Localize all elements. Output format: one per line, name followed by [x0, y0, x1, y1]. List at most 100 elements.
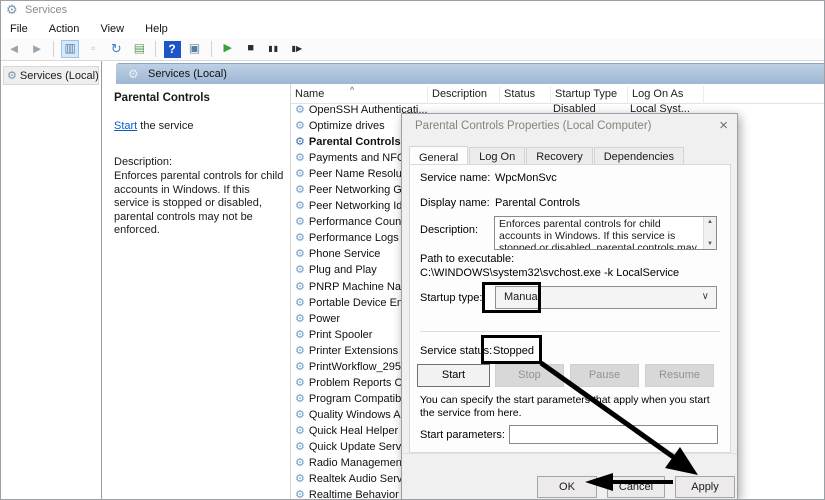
start-service-link[interactable]: Start: [114, 120, 137, 132]
services-window: ⚙ Services File Action View Help ◄ ► ▥ ▫…: [0, 0, 825, 500]
refresh-icon[interactable]: ↻: [107, 40, 125, 58]
service-gear-icon: [295, 441, 305, 453]
start-button[interactable]: Start: [417, 364, 490, 387]
service-gear-icon: [295, 313, 305, 325]
display-name-label: Display name:: [420, 197, 490, 209]
tree-item-label: Services (Local): [20, 70, 99, 82]
show-window-icon[interactable]: ▣: [186, 40, 204, 58]
chevron-down-icon: ∨: [702, 291, 709, 302]
service-gear-icon: [295, 281, 305, 293]
description-textbox[interactable]: Enforces parental controls for child acc…: [494, 216, 717, 250]
ok-button[interactable]: OK: [537, 476, 597, 498]
sort-asc-icon: ^: [350, 85, 354, 95]
column-header-name[interactable]: Name ^: [291, 86, 428, 104]
forward-icon[interactable]: ►: [28, 40, 46, 58]
service-name: Plug and Play: [309, 264, 377, 276]
tree-item-services-local[interactable]: ⚙Services (Local): [3, 66, 99, 85]
service-gear-icon: [295, 377, 305, 389]
pause-button: Pause: [570, 364, 639, 387]
toolbar: ◄ ► ▥ ▫ ↻ ▤ ? ▣ ▶ ■ ▮▮ ▮▶: [1, 39, 824, 61]
annotation-box-manual: [482, 282, 541, 313]
tab-recovery[interactable]: Recovery: [526, 147, 592, 165]
export-list-icon[interactable]: ▤: [130, 40, 148, 58]
service-gear-icon: [295, 184, 305, 196]
scroll-down-icon[interactable]: ▼: [704, 241, 716, 247]
selected-service-title: Parental Controls: [114, 92, 210, 104]
pause-service-icon[interactable]: ▮▮: [265, 40, 283, 58]
title-bar: ⚙ Services: [1, 1, 824, 21]
column-headers: Name ^ Description Status Startup Type L…: [291, 86, 825, 104]
apply-button[interactable]: Apply: [675, 476, 735, 498]
separator: [420, 331, 720, 332]
menu-help[interactable]: Help: [136, 21, 177, 37]
service-gear-icon: [295, 329, 305, 341]
description-scrollbar[interactable]: ▲ ▼: [703, 217, 716, 249]
start-parameters-hint: You can specify the start parameters tha…: [420, 394, 724, 420]
service-name: Quick Update Service: [309, 441, 415, 453]
description-textbox-text: Enforces parental controls for child acc…: [499, 218, 699, 250]
toolbar-separator: [155, 41, 156, 57]
service-gear-icon: [295, 216, 305, 228]
service-gear-icon: [295, 473, 305, 485]
gear-app-icon: ⚙: [6, 2, 18, 18]
start-parameters-input[interactable]: [509, 425, 718, 444]
start-service-icon[interactable]: ▶: [219, 40, 237, 58]
dialog-title: Parental Controls Properties (Local Comp…: [415, 120, 652, 132]
service-gear-icon: [295, 425, 305, 437]
path-label: Path to executable:: [420, 253, 514, 265]
close-icon[interactable]: ×: [719, 117, 728, 134]
service-name-label: Service name:: [420, 172, 490, 184]
window-title: Services: [25, 4, 67, 16]
dialog-footer: OK Cancel Apply: [402, 453, 737, 500]
show-console-tree-icon[interactable]: ▥: [61, 40, 79, 58]
service-gear-icon: [295, 409, 305, 421]
tab-general[interactable]: General: [409, 146, 468, 166]
properties-icon[interactable]: ▫: [84, 40, 102, 58]
service-name: Parental Controls: [309, 136, 401, 148]
service-gear-icon: [295, 489, 305, 499]
start-parameters-label: Start parameters:: [420, 429, 505, 441]
cancel-button[interactable]: Cancel: [607, 476, 665, 498]
scroll-up-icon[interactable]: ▲: [704, 219, 716, 225]
service-gear-icon: [295, 120, 305, 132]
column-header-startup-type[interactable]: Startup Type: [551, 86, 628, 104]
column-header-log-on-as[interactable]: Log On As: [628, 86, 704, 104]
path-value: C:\WINDOWS\system32\svchost.exe -k Local…: [420, 267, 679, 279]
tab-dependencies[interactable]: Dependencies: [594, 147, 684, 165]
service-name-value: WpcMonSvc: [495, 172, 557, 184]
stop-service-icon[interactable]: ■: [242, 40, 260, 58]
service-name: Print Spooler: [309, 329, 373, 341]
description-label: Description:: [114, 156, 172, 168]
services-header: ⚙ Services (Local): [116, 63, 825, 84]
tab-log-on[interactable]: Log On: [469, 147, 525, 165]
service-gear-icon: [295, 457, 305, 469]
back-icon[interactable]: ◄: [5, 40, 23, 58]
menu-file[interactable]: File: [1, 21, 37, 37]
service-name: Power: [309, 313, 340, 325]
service-gear-icon: [295, 393, 305, 405]
menu-action[interactable]: Action: [40, 21, 89, 37]
column-header-description[interactable]: Description: [428, 86, 500, 104]
menu-bar: File Action View Help: [1, 21, 824, 39]
service-gear-icon: [295, 232, 305, 244]
stop-button: Stop: [495, 364, 564, 387]
service-action-text: Start the service: [114, 120, 193, 132]
column-header-status[interactable]: Status: [500, 86, 551, 104]
services-header-title: Services (Local): [148, 68, 227, 80]
service-gear-icon: [295, 136, 305, 148]
toolbar-separator: [53, 41, 54, 57]
help-icon[interactable]: ?: [164, 41, 181, 58]
console-tree: ⚙Services (Local): [1, 61, 102, 500]
service-gear-icon: [295, 361, 305, 373]
restart-service-icon[interactable]: ▮▶: [288, 40, 306, 58]
annotation-box-stopped: [481, 335, 542, 364]
toolbar-separator: [211, 41, 212, 57]
gear-icon: ⚙: [7, 70, 17, 82]
service-gear-icon: [295, 345, 305, 357]
dialog-tabs: GeneralLog OnRecoveryDependencies: [409, 145, 685, 165]
service-name: Optimize drives: [309, 120, 385, 132]
detail-pane: Parental Controls Start the service Desc…: [106, 84, 289, 500]
service-gear-icon: [295, 152, 305, 164]
menu-view[interactable]: View: [91, 21, 133, 37]
service-gear-icon: [295, 297, 305, 309]
